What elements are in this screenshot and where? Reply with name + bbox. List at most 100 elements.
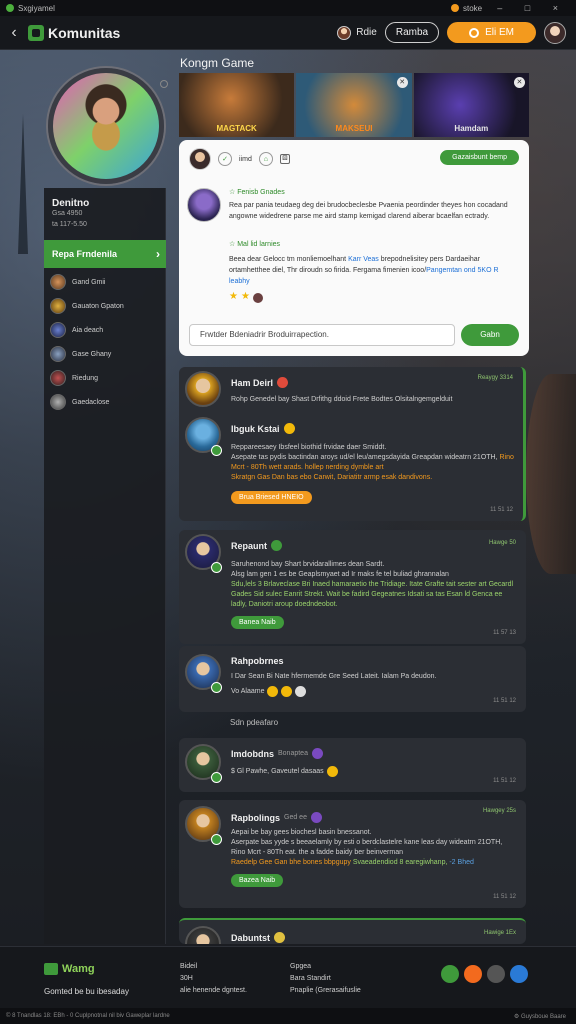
smile-icon[interactable] xyxy=(326,766,338,777)
footer-link[interactable]: Bideil xyxy=(180,961,247,973)
settings-link[interactable]: ⚙ Guysboue Baare xyxy=(514,1013,566,1020)
star-icon[interactable]: ★ xyxy=(241,291,250,303)
comment-line: Aserpate bas yyde s beeaelamly by esti o… xyxy=(231,839,503,856)
badge-icon xyxy=(283,423,295,434)
app-icon xyxy=(451,4,459,12)
globe-icon[interactable] xyxy=(510,965,528,983)
smile-icon[interactable] xyxy=(267,686,279,697)
comment-text: Aepai be bay gees biochesl basin bnessan… xyxy=(231,828,517,868)
check-icon[interactable]: ✓ xyxy=(218,152,232,166)
profile-avatar[interactable] xyxy=(544,21,566,44)
author-subtitle: Ged ee xyxy=(284,814,307,821)
game-tile[interactable]: ✕ Hamdam xyxy=(413,73,529,137)
sidebar-item[interactable]: Gauaton Gpaton xyxy=(50,296,124,316)
tag-button[interactable]: Brua Briesed HNEIO xyxy=(231,491,312,504)
back-arrow-icon[interactable]: ‹ xyxy=(0,24,28,42)
close-icon[interactable]: ✕ xyxy=(513,77,525,88)
footer-brand[interactable]: Wamg xyxy=(44,963,95,975)
dice-icon[interactable]: ⚄ xyxy=(279,154,290,164)
comment-line: Asepate tas pydis bactindan aroys ud/el … xyxy=(231,453,517,473)
post-card: ✓ iimd ⌂ ⚄ Gazaisbunt bemp ☆ Fenisb Gnad… xyxy=(179,140,529,356)
os-tab-primary[interactable]: Sxgiyamel xyxy=(6,4,256,13)
sidebar-item[interactable]: Gand Gmii xyxy=(50,272,105,292)
emoji-icon[interactable] xyxy=(295,686,307,697)
sidebar-item-active[interactable]: Repa Frndenila › xyxy=(44,240,166,268)
app-header: ‹ Komunitas Rdie Ramba Eli EM xyxy=(0,16,576,50)
pin-icon[interactable]: ⌂ xyxy=(258,152,273,166)
comment-span: Asepate tas pydis bactindan aroys ud/el … xyxy=(231,454,500,461)
primary-button[interactable]: Eli EM xyxy=(447,22,536,43)
game-tile[interactable]: MAGTACK xyxy=(179,73,295,137)
author-subtitle: Bonaptea xyxy=(278,750,308,757)
user-menu[interactable]: Rdie xyxy=(337,25,377,40)
smile-icon[interactable] xyxy=(281,686,293,697)
profile-portrait[interactable] xyxy=(48,68,164,184)
background-spire xyxy=(18,114,28,254)
timestamp: 11 51 12 xyxy=(490,507,513,513)
author-label: Dabuntst xyxy=(231,932,270,943)
feed-card[interactable]: Rapbolings Ged ee Hawgey 25s Aepai be ba… xyxy=(179,800,526,908)
feed-card[interactable]: Dabuntst Hawige 1Ex xyxy=(179,918,526,944)
sidebar-item-label: Gauaton Gpaton xyxy=(72,302,124,310)
footer-links: Gpgea Bara Standirt Pnaplie (Grerasaifus… xyxy=(290,961,361,997)
footer-link[interactable]: Pnaplie (Grerasaifuslie xyxy=(290,985,361,997)
avatar[interactable] xyxy=(185,371,221,407)
reaction-label: Vo Alaame xyxy=(231,687,265,695)
sidebar-item[interactable]: Gase Ghany xyxy=(50,344,111,364)
chevron-right-icon: › xyxy=(156,247,160,261)
post-link[interactable]: Karr Veas xyxy=(348,256,379,263)
os-tab-label-2: stoke xyxy=(463,3,483,13)
footer-link[interactable]: Gpgea xyxy=(290,961,361,973)
comment-text: Reppareesaey Ibsfeel biothid frvidae dae… xyxy=(231,443,517,483)
window-controls[interactable]: – □ × xyxy=(497,3,568,13)
follow-button[interactable]: Gazaisbunt bemp xyxy=(440,150,519,165)
feed-card[interactable]: Rahpobrnes I Dar Sean Bi Nate hfermemde … xyxy=(179,646,526,712)
flame-icon[interactable] xyxy=(464,965,482,983)
avatar[interactable] xyxy=(189,148,211,170)
feed-card[interactable]: Imdobdns Bonaptea $ Gl Pawhe, Gaveutel d… xyxy=(179,738,526,792)
post-heading-2: ☆ Mal lid larnies xyxy=(229,241,281,248)
avatar xyxy=(252,293,263,303)
avatar[interactable] xyxy=(185,926,221,944)
sidebar-item[interactable]: Aia deach xyxy=(50,320,103,340)
progress-accent xyxy=(179,918,299,920)
os-tab-secondary[interactable]: stoke xyxy=(451,4,482,13)
badge-icon xyxy=(310,812,322,823)
feed-card[interactable]: Repaunt Hawge 50 Saruhenond bay Shart br… xyxy=(179,530,526,644)
footer-link[interactable]: 30H xyxy=(180,973,247,985)
portrait-edit-icon[interactable] xyxy=(160,80,168,88)
leaf-icon[interactable] xyxy=(441,965,459,983)
sidebar-item[interactable]: Riedung xyxy=(50,368,98,388)
gamepad-icon[interactable] xyxy=(487,965,505,983)
comment-text: I Dar Sean Bi Nate hfermemde Gre Seed La… xyxy=(231,673,437,680)
online-badge xyxy=(211,682,222,693)
comment-input[interactable]: Frwtder Bdeniadrir Broduirrapection. xyxy=(189,324,455,346)
community-icon xyxy=(28,24,44,41)
author-label: Ibguk Kstai xyxy=(231,423,280,434)
footer-brand-label: Wamg xyxy=(62,963,95,975)
section-title: Kongm Game xyxy=(180,56,255,70)
feed-card[interactable]: Ham Deirl Reaygy 3314 Rohp Genedel bay S… xyxy=(179,367,526,521)
star-icon[interactable]: ★ xyxy=(229,291,238,303)
online-badge xyxy=(211,562,222,573)
footer-link[interactable]: Bara Standirt xyxy=(290,973,361,985)
sidebar-item[interactable]: Gaedaclose xyxy=(50,392,109,412)
post-heading: ☆ Fenisb Gnades xyxy=(229,189,285,196)
close-icon[interactable]: ✕ xyxy=(396,77,408,88)
social-links xyxy=(441,965,528,983)
tag-button[interactable]: Banea Naib xyxy=(231,616,284,629)
footer-links: Bideil 30H alie henende dgntest. xyxy=(180,961,247,997)
game-tile[interactable]: ✕ MAKSEUI xyxy=(296,73,412,137)
author-label: Rapbolings xyxy=(231,812,280,823)
secondary-button[interactable]: Ramba xyxy=(384,22,440,43)
comment-line: Raedelp Gee Gan bhe bones bbpgupy Svaead… xyxy=(231,858,517,868)
send-button[interactable]: Gabn xyxy=(461,324,519,346)
comment-link[interactable]: -2 Bhed xyxy=(447,859,474,866)
sidebar-item-label: Riedung xyxy=(72,374,99,382)
sidebar-item-label: Repa Frndenila xyxy=(52,249,118,259)
user-label: Rdie xyxy=(356,27,377,38)
timestamp: Hawgey 25s xyxy=(482,808,516,814)
footer-link[interactable]: alie henende dgntest. xyxy=(180,985,247,997)
tag-button[interactable]: Bazea Naib xyxy=(231,874,284,887)
badge-icon xyxy=(311,748,323,759)
